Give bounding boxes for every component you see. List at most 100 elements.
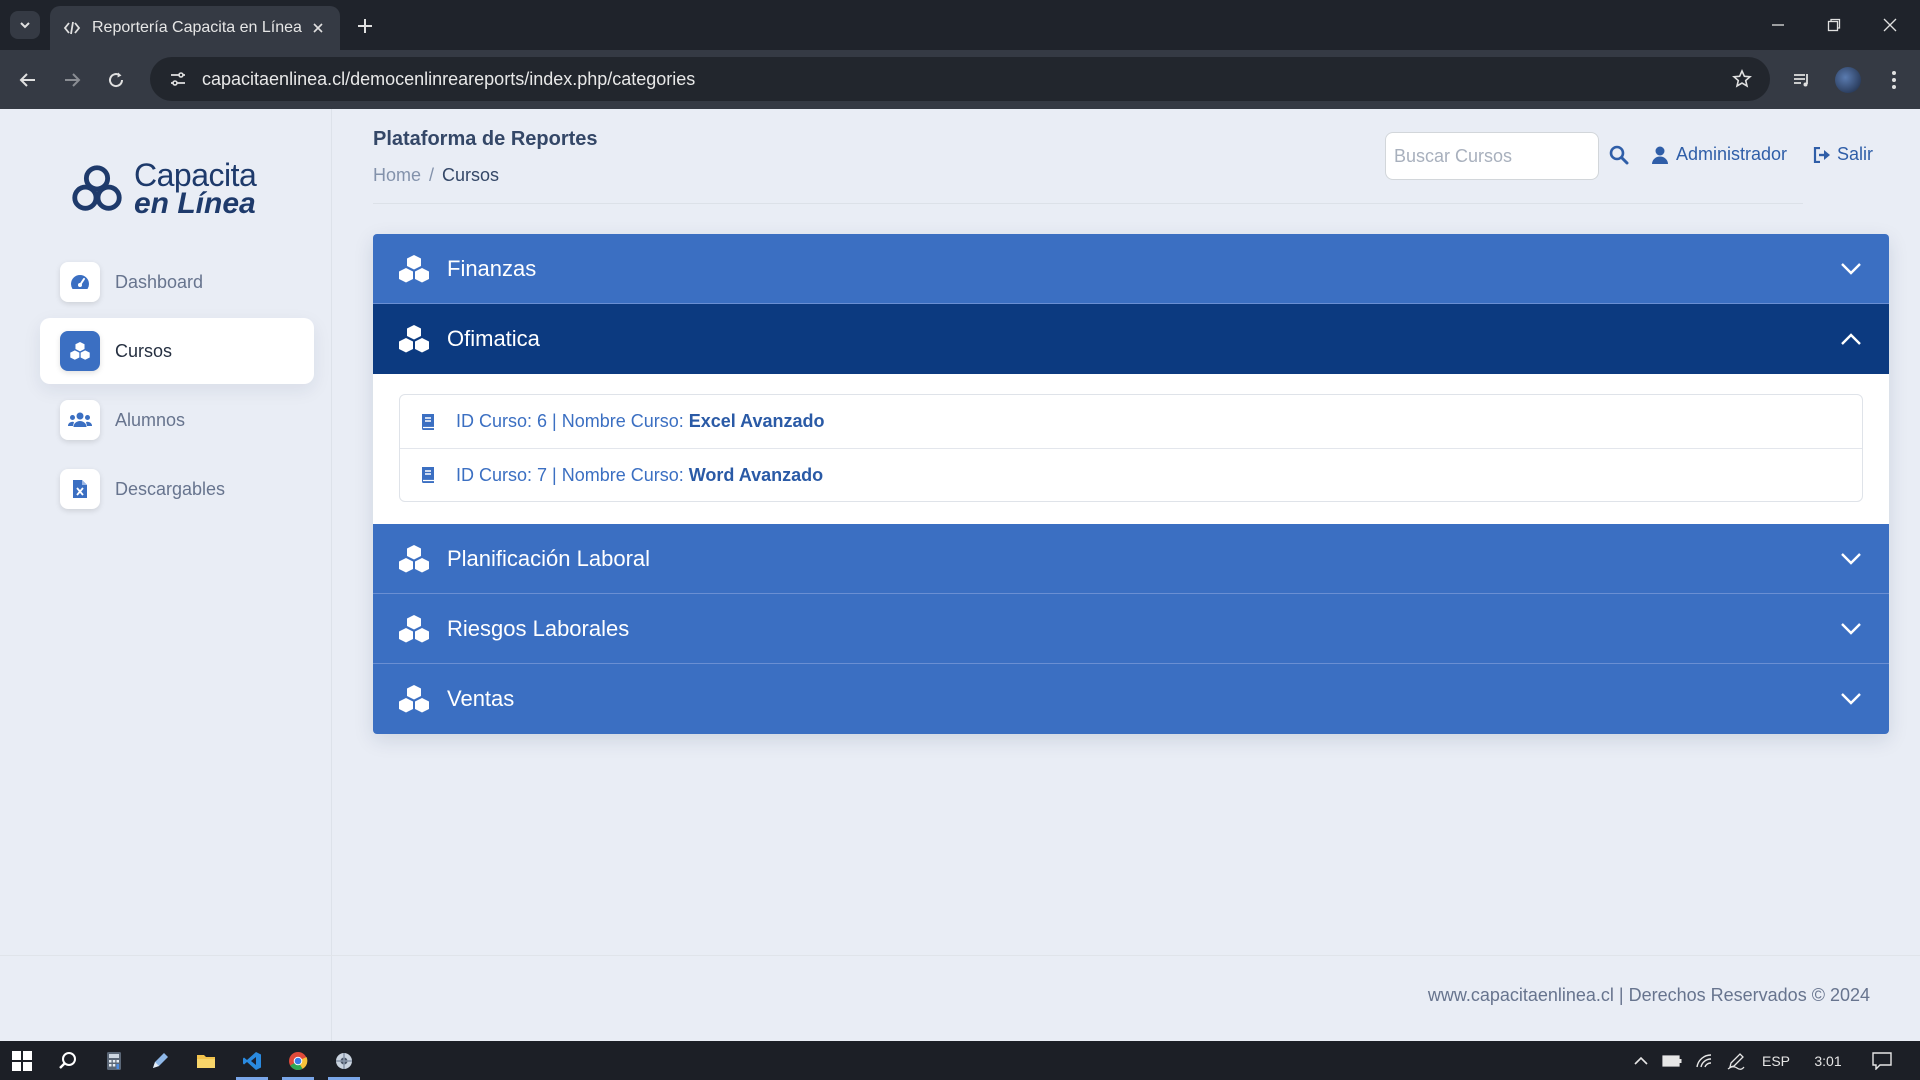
cubes-icon [399,325,429,353]
category-title: Planificación Laboral [447,545,651,571]
site-info-icon[interactable] [156,57,200,101]
category-title: Finanzas [447,255,537,281]
reload-button[interactable] [100,64,132,96]
kebab-menu-icon [1892,71,1896,89]
profile-button[interactable] [1832,64,1864,96]
page-title: Plataforma de Reportes [373,128,598,150]
cubes-icon [399,614,429,642]
sidebar-item-alumnos[interactable]: Alumnos [40,387,314,453]
search-input[interactable] [1385,132,1599,180]
forward-button[interactable] [56,64,88,96]
taskbar-file-explorer[interactable] [184,1041,228,1080]
browser-menu-button[interactable] [1878,64,1910,96]
tray-language[interactable]: ESP [1756,1041,1796,1080]
course-row[interactable]: ID Curso: 7 | Nombre Curso: Word Avanzad… [400,448,1862,501]
tray-battery[interactable] [1658,1041,1686,1080]
folder-icon [197,1054,215,1068]
notifications-button[interactable] [1864,1041,1900,1080]
minimize-button[interactable] [1750,0,1806,50]
book-icon [421,413,434,430]
sidebar-item-descargables[interactable]: Descargables [40,456,314,522]
category-header[interactable]: Planificación Laboral [373,524,1889,594]
course-row[interactable]: ID Curso: 6 | Nombre Curso: Excel Avanza… [400,395,1862,448]
course-id-text: ID Curso: 7 | Nombre Curso: [456,464,684,485]
tray-pen[interactable] [1722,1041,1750,1080]
breadcrumb-current: Cursos [442,165,500,185]
category-header[interactable]: Finanzas [373,234,1889,304]
sidebar-item-label: Dashboard [115,271,204,292]
category-item-planificacion-laboral: Planificación Laboral [373,524,1889,594]
tray-clock[interactable]: 3:01 [1804,1041,1852,1080]
logout-label: Salir [1837,144,1874,164]
tray-overflow-button[interactable] [1626,1041,1656,1080]
start-button[interactable] [0,1041,44,1080]
course-id-text: ID Curso: 6 | Nombre Curso: [456,411,684,431]
bookmark-star-icon[interactable] [1720,57,1764,101]
playlist-icon [1794,74,1808,87]
url-text: capacitaenlinea.cl/democenlinreareports/… [202,68,696,89]
category-body: ID Curso: 6 | Nombre Curso: Excel Avanza… [373,374,1889,524]
media-control-button[interactable] [1786,64,1818,96]
browser-toolbar: capacitaenlinea.cl/democenlinreareports/… [0,50,1920,109]
calculator-icon [107,1051,121,1070]
new-tab-button[interactable] [352,13,378,39]
logo-text-line2: en Línea [134,186,256,220]
tray-wifi[interactable] [1690,1041,1718,1080]
tab-title: Reportería Capacita en Línea [92,19,302,36]
users-icon [60,400,100,440]
header-divider [373,203,1803,204]
user-label: Administrador [1676,144,1788,164]
close-icon [1883,18,1897,32]
logo-text-line1: Capacita [134,156,257,193]
book-icon [421,467,434,483]
search-icon [1609,145,1629,165]
search-button[interactable] [1606,142,1632,168]
taskbar-app-pen[interactable] [138,1041,182,1080]
sidebar-item-dashboard[interactable]: Dashboard [40,249,314,315]
gauge-icon [60,262,100,302]
category-item-ventas: Ventas [373,664,1889,734]
tab-search-button[interactable] [10,11,40,39]
vscode-icon [243,1051,261,1070]
sidebar-item-cursos[interactable]: Cursos [40,318,314,384]
categories-accordion: Finanzas Ofimatica ID Curso: 6 | Nombre … [373,234,1889,734]
chevron-down-icon [1837,255,1865,283]
category-title: Ofimatica [447,326,540,351]
pen-icon [1727,1052,1745,1070]
taskbar-search-button[interactable] [46,1041,90,1080]
footer-copyright: www.capacitaenlinea.cl | Derechos Reserv… [1427,985,1870,1005]
chevron-down-icon [1837,685,1865,713]
chevron-down-icon [20,22,30,29]
category-header[interactable]: Ventas [373,664,1889,734]
sidebar: Capacita en Línea Dashboard Cursos Alumn… [0,109,332,1041]
profile-avatar [1835,67,1861,93]
chevron-down-icon [1837,545,1865,573]
sidebar-menu: Dashboard Cursos Alumnos Descargables [40,249,314,525]
address-bar[interactable]: capacitaenlinea.cl/democenlinreareports/… [150,57,1770,101]
taskbar-calculator[interactable] [92,1041,136,1080]
taskbar-app-running[interactable] [322,1041,366,1080]
breadcrumb-home-link[interactable]: Home [373,165,421,186]
brand-logo[interactable]: Capacita en Línea [68,157,278,221]
back-button[interactable] [12,64,44,96]
arrow-left-icon [19,73,35,87]
tab-close-icon[interactable] [308,18,328,38]
user-menu-link[interactable]: Administrador [1652,144,1787,165]
category-header[interactable]: Ofimatica [373,304,1889,374]
notification-icon [1872,1051,1892,1070]
user-icon [1652,146,1668,164]
taskbar-chrome[interactable] [276,1041,320,1080]
close-window-button[interactable] [1862,0,1918,50]
windows-logo-icon [12,1050,32,1071]
category-item-ofimatica: Ofimatica ID Curso: 6 | Nombre Curso: Ex… [373,304,1889,524]
chrome-icon [289,1051,308,1070]
restore-icon [1827,18,1841,32]
category-header[interactable]: Riesgos Laborales [373,594,1889,664]
restore-button[interactable] [1806,0,1862,50]
logout-link[interactable]: Salir [1813,144,1873,165]
category-item-finanzas: Finanzas [373,234,1889,304]
taskbar-vscode[interactable] [230,1041,274,1080]
wifi-icon [1696,1053,1712,1067]
course-name: Word Avanzado [688,464,824,485]
browser-tab-active[interactable]: Reportería Capacita en Línea [50,6,340,50]
